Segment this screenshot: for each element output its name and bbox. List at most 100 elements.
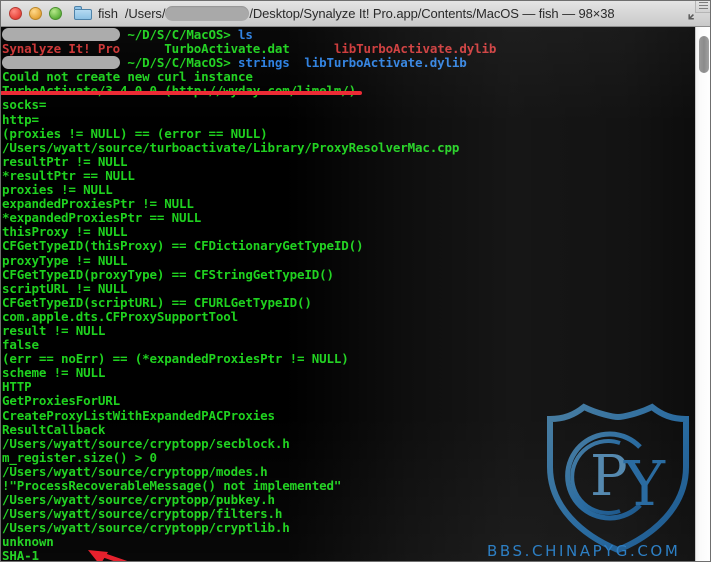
terminal-text: (proxies != NULL) == (error == NULL) <box>2 125 268 141</box>
redacted-prompt-user <box>2 56 120 70</box>
window-title-suffix: /Desktop/Synalyze It! Pro.app/Contents/M… <box>249 5 615 21</box>
terminal-line: ~/D/S/C/MacOS> strings libTurboActivate.… <box>2 56 496 70</box>
terminal-text: /Users/wyatt/source/cryptopp/cryptlib.h <box>2 520 290 536</box>
terminal-text: com.apple.dts.CFProxySupportTool <box>2 308 239 324</box>
terminal-text: *expandedProxiesPtr == NULL <box>2 210 202 226</box>
terminal-text: /Users/wyatt/source/turboactivate/Librar… <box>2 139 460 155</box>
terminal-line: ResultCallback <box>2 421 496 437</box>
terminal-text: unknown <box>2 534 54 550</box>
window-titlebar: fish /Users/ /Desktop/Synalyze It! Pro.ap… <box>0 0 711 27</box>
terminal-text: m_register.size() > 0 <box>2 449 157 465</box>
terminal-line: CFGetTypeID(proxyType) == CFStringGetTyp… <box>2 266 496 282</box>
window-title-app: fish <box>98 5 118 21</box>
scrollbar-cap <box>695 0 711 13</box>
terminal-line: scheme != NULL <box>2 366 496 380</box>
terminal-line: CreateProxyListWithExpandedPACProxies <box>2 407 496 423</box>
terminal-text: resultPtr != NULL <box>2 153 128 169</box>
terminal-text: expandedProxiesPtr != NULL <box>2 196 194 212</box>
terminal-line: SHA-1 <box>2 549 496 562</box>
terminal-text: scriptURL != NULL <box>2 280 128 296</box>
terminal-line: /Users/wyatt/source/cryptopp/modes.h <box>2 463 496 479</box>
terminal-line: scriptURL != NULL <box>2 280 496 296</box>
close-button[interactable] <box>9 6 22 20</box>
terminal-text: GetProxiesForURL <box>2 393 121 409</box>
terminal-text: (err == noErr) == (*expandedProxiesPtr !… <box>2 351 349 367</box>
terminal-text: ~/D/S/C/MacOS> <box>120 27 239 42</box>
terminal-text: http= <box>2 111 39 127</box>
terminal-text: scheme != NULL <box>2 365 106 381</box>
scrollbar-thumb[interactable] <box>699 36 709 73</box>
terminal-line: http= <box>2 111 496 127</box>
terminal-line: *expandedProxiesPtr == NULL <box>2 211 496 225</box>
terminal-line: (err == noErr) == (*expandedProxiesPtr !… <box>2 352 496 366</box>
terminal-text: ~/D/S/C/MacOS> <box>120 55 239 71</box>
terminal-line: CFGetTypeID(scriptURL) == CFURLGetTypeID… <box>2 294 496 310</box>
terminal-text: CFGetTypeID(proxyType) == CFStringGetTyp… <box>2 266 334 282</box>
annotation-underline <box>0 91 362 95</box>
vertical-scrollbar[interactable] <box>695 27 711 562</box>
terminal-line: com.apple.dts.CFProxySupportTool <box>2 308 496 324</box>
terminal-text: result != NULL <box>2 322 106 338</box>
window-title-prefix: /Users/ <box>124 5 166 21</box>
terminal-text: Synalyze It! Pro <box>2 41 121 57</box>
minimize-button[interactable] <box>29 6 42 20</box>
terminal-text: HTTP <box>2 379 32 395</box>
terminal-text: SHA-1 <box>2 548 39 562</box>
terminal-window: fish /Users/ /Desktop/Synalyze It! Pro.ap… <box>0 0 711 562</box>
svg-text:Y: Y <box>623 447 666 520</box>
terminal-line: proxyType != NULL <box>2 252 496 268</box>
terminal-text: ResultCallback <box>2 421 106 437</box>
terminal-text: /Users/wyatt/source/cryptopp/filters.h <box>2 506 283 522</box>
terminal-line: HTTP <box>2 380 496 394</box>
terminal-line: /Users/wyatt/source/turboactivate/Librar… <box>2 139 496 155</box>
terminal-line: (proxies != NULL) == (error == NULL) <box>2 125 496 141</box>
terminal-line: resultPtr != NULL <box>2 153 496 169</box>
terminal-output-area[interactable]: ~/D/S/C/MacOS> ls Synalyze It! Pro TurboA… <box>0 27 711 562</box>
terminal-line: CFGetTypeID(thisProxy) == CFDictionaryGe… <box>2 239 496 253</box>
terminal-text: TurboActivate.dat <box>164 41 290 57</box>
watermark-text: BBS.CHINAPYG.COM <box>487 542 681 560</box>
terminal-line: proxies != NULL <box>2 182 496 198</box>
terminal-line: *resultPtr == NULL <box>2 167 496 183</box>
terminal-text: false <box>2 337 39 353</box>
terminal-line: Synalyze It! Pro TurboActivate.dat libTu… <box>2 42 496 56</box>
terminal-text: CFGetTypeID(scriptURL) == CFURLGetTypeID… <box>2 294 312 310</box>
terminal-text: CreateProxyListWithExpandedPACProxies <box>2 407 275 423</box>
terminal-text: CFGetTypeID(thisProxy) == CFDictionaryGe… <box>2 238 364 254</box>
terminal-line: !"ProcessRecoverableMessage() not implem… <box>2 478 496 493</box>
terminal-line: /Users/wyatt/source/cryptopp/filters.h <box>2 507 496 521</box>
terminal-line: ~/D/S/C/MacOS> ls <box>2 27 496 42</box>
terminal-line: /Users/wyatt/source/cryptopp/pubkey.h <box>2 493 496 507</box>
cpy-shield-logo: P Y <box>547 403 689 554</box>
zoom-button[interactable] <box>49 6 62 20</box>
terminal-text: !"ProcessRecoverableMessage() not implem… <box>2 478 342 493</box>
terminal-text: thisProxy != NULL <box>2 224 128 240</box>
terminal-text: proxyType != NULL <box>2 252 128 268</box>
terminal-text: Could not create new curl instance <box>2 69 253 85</box>
folder-icon <box>74 6 92 20</box>
terminal-line: unknown <box>2 535 496 549</box>
terminal-text: libTurboActivate.dylib <box>333 41 497 57</box>
terminal-line: expandedProxiesPtr != NULL <box>2 197 496 211</box>
terminal-line: GetProxiesForURL <box>2 394 496 408</box>
annotation-arrow <box>88 550 131 562</box>
terminal-line: thisProxy != NULL <box>2 225 496 239</box>
window-title: fish /Users/ /Desktop/Synalyze It! Pro.ap… <box>98 5 615 21</box>
redacted-username <box>165 5 250 21</box>
terminal-text: strings libTurboActivate.dylib <box>238 55 467 71</box>
terminal-text: *resultPtr == NULL <box>2 167 135 183</box>
terminal-line: /Users/wyatt/source/cryptopp/secblock.h <box>2 435 496 451</box>
redacted-prompt-user <box>2 28 120 41</box>
terminal-text: /Users/wyatt/source/cryptopp/pubkey.h <box>2 492 275 508</box>
terminal-line: false <box>2 338 496 352</box>
terminal-text: /Users/wyatt/source/cryptopp/secblock.h <box>2 435 290 451</box>
terminal-line: result != NULL <box>2 322 496 338</box>
terminal-text: proxies != NULL <box>2 182 113 198</box>
terminal-text: /Users/wyatt/source/cryptopp/modes.h <box>2 463 268 479</box>
terminal-line: socks= <box>2 98 496 112</box>
terminal-line: /Users/wyatt/source/cryptopp/cryptlib.h <box>2 521 496 535</box>
terminal-line: m_register.size() > 0 <box>2 449 496 465</box>
svg-text:P: P <box>590 444 628 509</box>
